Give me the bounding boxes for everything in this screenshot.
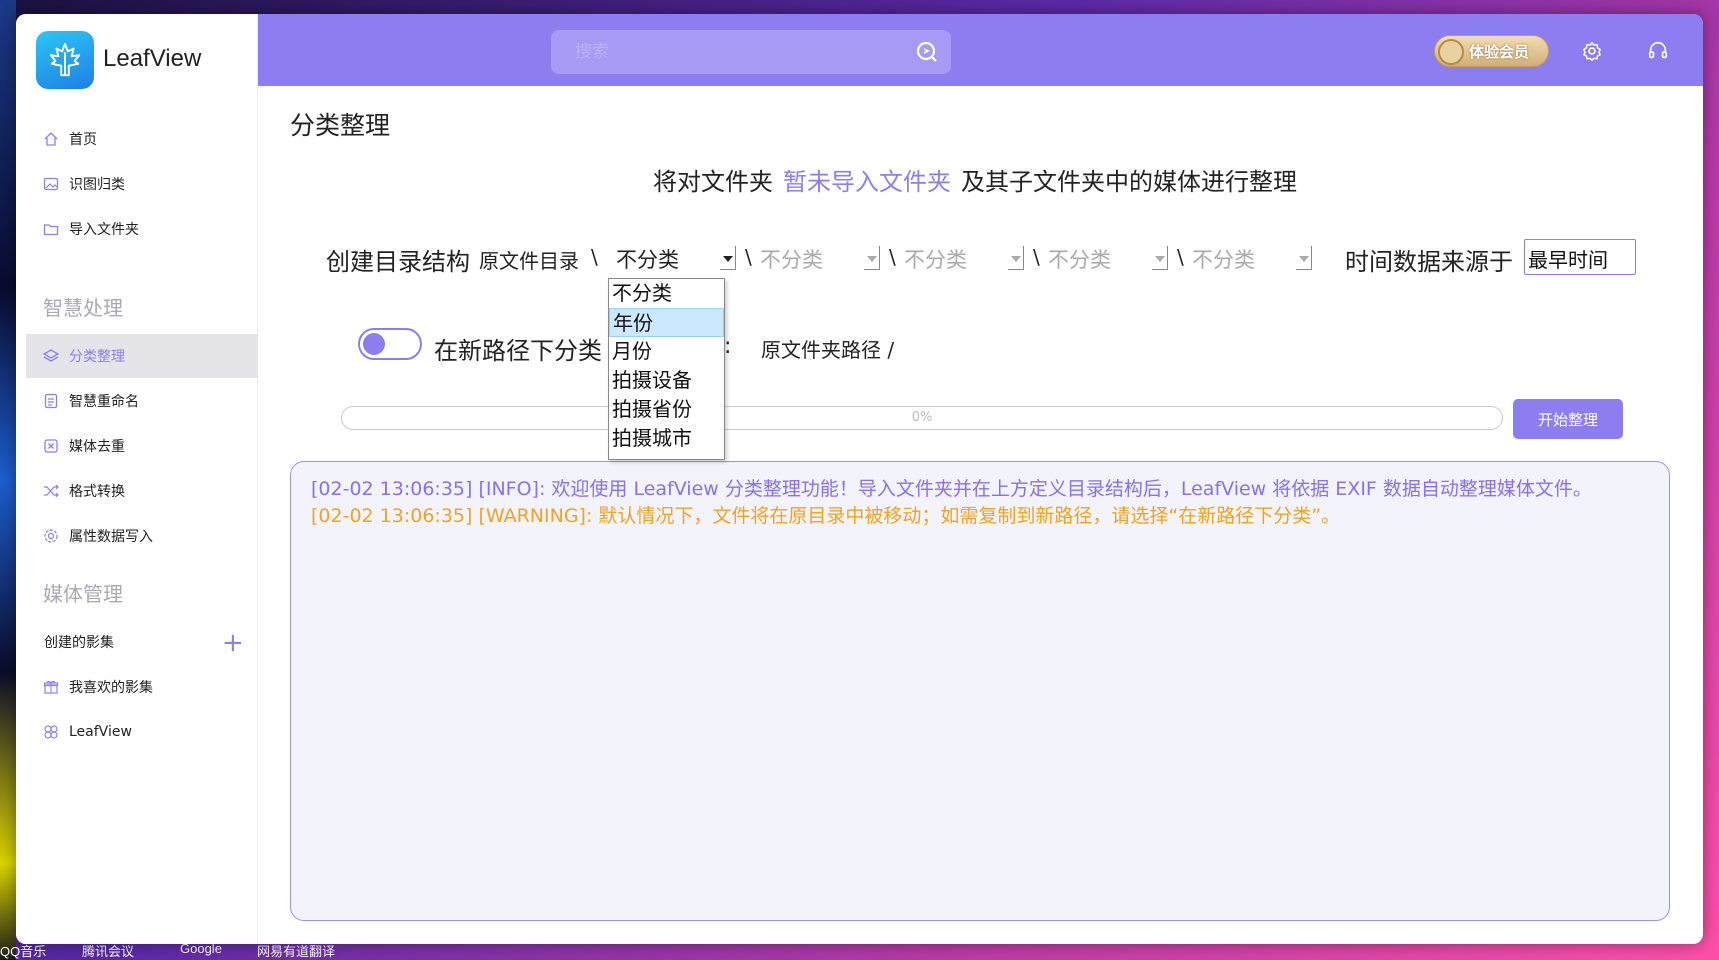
sidebar-item-label: 格式转换 <box>69 484 125 500</box>
root-dir-label: 原文件目录 <box>479 249 579 273</box>
level-1-dropdown-menu: 不分类 年份 月份 拍摄设备 拍摄省份 拍摄城市 <box>608 278 725 460</box>
sidebar-item-label: 属性数据写入 <box>69 529 153 545</box>
medal-icon <box>1438 39 1464 65</box>
layers-icon <box>42 347 60 365</box>
progress-bar: 0% <box>341 406 1503 430</box>
time-source-label: 时间数据来源于 <box>1345 248 1513 276</box>
sidebar-item-home[interactable]: 首页 <box>26 117 258 161</box>
sidebar-item-label: 分类整理 <box>69 349 125 365</box>
section-title-smart: 智慧处理 <box>43 296 123 320</box>
level-3-select[interactable]: 不分类 <box>904 244 1029 274</box>
headset-icon <box>1648 41 1668 59</box>
dropdown-option[interactable]: 拍摄设备 <box>609 366 724 395</box>
sidebar-item-metadata-write[interactable]: 属性数据写入 <box>26 514 258 558</box>
target-folder-link[interactable]: 暂未导入文件夹 <box>783 168 951 196</box>
sidebar-item-label: LeafView <box>69 724 132 740</box>
dedupe-icon <box>42 437 60 455</box>
settings-button[interactable] <box>1577 36 1607 66</box>
path-separator: \ <box>1177 245 1184 269</box>
home-icon <box>42 130 60 148</box>
new-path-toggle[interactable] <box>358 328 422 360</box>
log-panel: [02-02 13:06:35] [INFO]: 欢迎使用 LeafView 分… <box>290 461 1670 921</box>
sidebar-item-label: 导入文件夹 <box>69 222 139 238</box>
search-input[interactable] <box>551 42 891 62</box>
chevron-down-icon <box>864 246 880 270</box>
maple-leaf-icon <box>49 42 81 77</box>
desktop-background <box>0 0 16 960</box>
sidebar-item-dedupe[interactable]: 媒体去重 <box>26 424 258 468</box>
level-2-value: 不分类 <box>760 248 823 272</box>
sidebar-item-label: 创建的影集 <box>44 635 114 651</box>
level-1-value: 不分类 <box>616 248 679 272</box>
search-icon[interactable] <box>915 40 939 64</box>
info-prefix: 将对文件夹 <box>653 168 773 196</box>
rename-icon <box>42 392 60 410</box>
chevron-down-icon <box>1152 246 1168 270</box>
log-line-info: [02-02 13:06:35] [INFO]: 欢迎使用 LeafView 分… <box>311 478 1592 500</box>
sidebar-item-label: 媒体去重 <box>69 439 125 455</box>
dropdown-option[interactable]: 拍摄省份 <box>609 395 724 424</box>
level-2-select[interactable]: 不分类 <box>760 244 885 274</box>
sidebar-item-classify[interactable]: 分类整理 <box>26 334 258 378</box>
sidebar-item-rename[interactable]: 智慧重命名 <box>26 379 258 423</box>
folder-icon <box>42 220 60 238</box>
sidebar-item-label: 首页 <box>69 132 97 148</box>
sidebar-item-convert[interactable]: 格式转换 <box>26 469 258 513</box>
gift-icon <box>42 678 60 696</box>
progress-percent: 0% <box>911 410 933 425</box>
structure-label: 创建目录结构 <box>326 248 470 276</box>
path-colon: : <box>724 334 732 359</box>
log-line-warning: [02-02 13:06:35] [WARNING]: 默认情况下，文件将在原目… <box>311 505 1341 527</box>
level-5-select[interactable]: 不分类 <box>1192 244 1317 274</box>
start-organize-button[interactable]: 开始整理 <box>1513 399 1623 439</box>
shuffle-icon <box>42 482 60 500</box>
sidebar-item-label: 我喜欢的影集 <box>69 680 153 696</box>
path-separator: \ <box>889 245 896 269</box>
add-album-button[interactable]: + <box>222 630 244 656</box>
directory-structure-row: 创建目录结构 原文件目录 \ 不分类 \ 不分类 \ 不分类 \ 不分类 \ 不… <box>16 239 1703 278</box>
gear-flower-icon <box>42 527 60 545</box>
sidebar-item-label: 智慧重命名 <box>69 394 139 410</box>
level-5-value: 不分类 <box>1192 248 1255 272</box>
dropdown-option[interactable]: 不分类 <box>609 279 724 308</box>
path-separator: \ <box>1033 245 1040 269</box>
flower-icon <box>42 723 60 741</box>
chevron-down-icon <box>1296 246 1312 270</box>
vip-label: 体验会员 <box>1469 42 1530 61</box>
path-separator: \ <box>745 245 752 269</box>
info-suffix: 及其子文件夹中的媒体进行整理 <box>961 168 1297 196</box>
search-box <box>551 30 951 74</box>
chevron-down-icon <box>720 246 736 270</box>
new-path-label: 在新路径下分类 <box>434 337 602 365</box>
sidebar-item-favorite-albums[interactable]: 我喜欢的影集 <box>26 665 258 709</box>
vip-badge-button[interactable]: 体验会员 <box>1434 35 1549 67</box>
app-logo <box>36 31 94 89</box>
sidebar: LeafView 首页 识图归类 导入文件夹 智慧处理 分类整理 智慧重命名 媒… <box>16 14 258 944</box>
app-name: LeafView <box>103 45 202 72</box>
dropdown-option[interactable]: 拍摄城市 <box>609 424 724 453</box>
level-3-value: 不分类 <box>904 248 967 272</box>
section-title-media: 媒体管理 <box>43 582 123 606</box>
sidebar-item-leafview[interactable]: LeafView <box>26 710 258 754</box>
level-4-select[interactable]: 不分类 <box>1048 244 1173 274</box>
dropdown-option-selected[interactable]: 年份 <box>609 308 724 337</box>
path-separator: \ <box>591 245 598 269</box>
app-window: LeafView 首页 识图归类 导入文件夹 智慧处理 分类整理 智慧重命名 媒… <box>16 14 1703 944</box>
target-folder-info: 将对文件夹 暂未导入文件夹 及其子文件夹中的媒体进行整理 <box>16 162 1703 197</box>
page-title: 分类整理 <box>290 111 391 140</box>
toggle-knob <box>363 333 385 355</box>
support-button[interactable] <box>1643 36 1673 66</box>
topbar: 体验会员 <box>258 14 1703 86</box>
gear-icon <box>1583 42 1601 61</box>
target-path-value: 原文件夹路径 / <box>761 338 895 362</box>
time-source-select[interactable]: 最早时间 <box>1524 239 1636 275</box>
dropdown-option[interactable]: 月份 <box>609 337 724 366</box>
chevron-down-icon <box>1008 246 1024 270</box>
level-4-value: 不分类 <box>1048 248 1111 272</box>
level-1-select[interactable]: 不分类 <box>616 244 741 274</box>
